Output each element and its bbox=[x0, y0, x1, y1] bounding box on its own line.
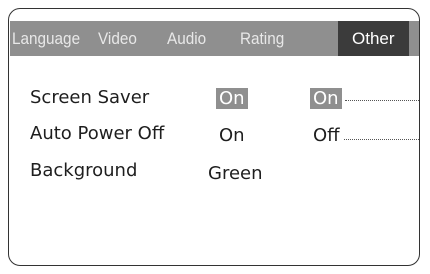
screen-saver-label: Screen Saver bbox=[30, 87, 150, 108]
background-label: Background bbox=[30, 160, 138, 181]
tab-rating[interactable]: Rating bbox=[240, 21, 284, 56]
tab-bar: Language Video Audio Rating Other bbox=[10, 21, 419, 56]
tab-video[interactable]: Video bbox=[98, 21, 137, 56]
tab-audio[interactable]: Audio bbox=[167, 21, 206, 56]
auto-power-off-dotted-leader bbox=[344, 139, 419, 140]
screen-saver-option[interactable]: On bbox=[310, 88, 342, 109]
auto-power-off-option[interactable]: Off bbox=[313, 125, 340, 146]
screen-saver-current-value[interactable]: On bbox=[216, 88, 248, 109]
auto-power-off-label: Auto Power Off bbox=[30, 123, 165, 144]
tab-other[interactable]: Other bbox=[338, 21, 409, 56]
screen-saver-dotted-leader bbox=[345, 100, 419, 101]
background-current-value[interactable]: Green bbox=[208, 163, 263, 184]
tab-language[interactable]: Language bbox=[12, 21, 80, 56]
auto-power-off-current-value[interactable]: On bbox=[219, 125, 245, 146]
